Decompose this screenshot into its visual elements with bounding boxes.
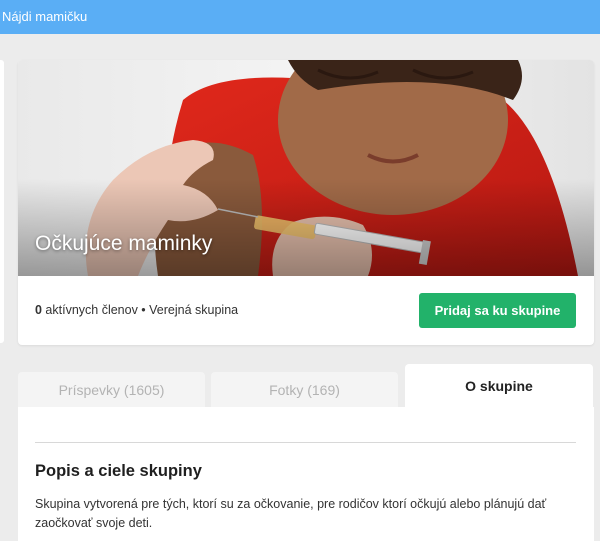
tab-posts[interactable]: Príspevky (1605): [18, 372, 205, 408]
about-panel: Popis a ciele skupiny Skupina vytvorená …: [18, 407, 594, 541]
app-header: Nájdi mamičku: [0, 0, 600, 34]
left-sidebar-edge: [0, 60, 4, 343]
about-description: Skupina vytvorená pre tých, ktorí su za …: [35, 497, 547, 530]
members-text: aktívnych členov • Verejná skupina: [41, 303, 239, 317]
tab-photos[interactable]: Fotky (169): [211, 372, 398, 408]
group-title: Očkujúce maminky: [35, 232, 213, 255]
tab-about[interactable]: O skupine: [405, 364, 593, 408]
group-meta: 0 aktívnych členov • Verejná skupina: [35, 303, 238, 317]
group-cover-image: Očkujúce maminky: [18, 60, 594, 276]
about-heading: Popis a ciele skupiny: [35, 462, 202, 480]
group-card: Očkujúce maminky 0 aktívnych členov • Ve…: [18, 60, 594, 345]
app-title[interactable]: Nájdi mamičku: [2, 9, 87, 24]
members-count: 0: [35, 303, 42, 317]
join-group-button[interactable]: Pridaj sa ku skupine: [419, 293, 576, 328]
section-divider: [35, 442, 576, 443]
